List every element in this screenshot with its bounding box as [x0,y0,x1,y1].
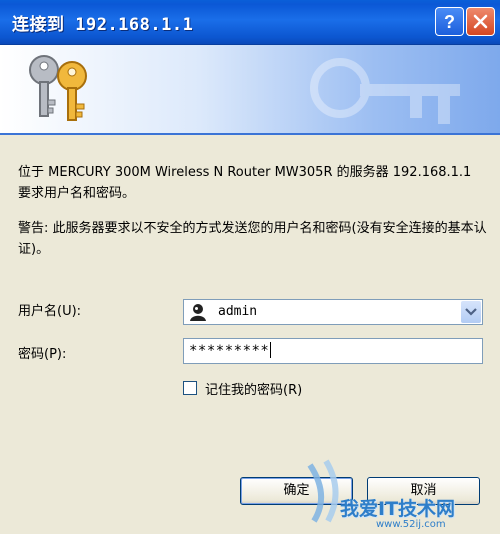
banner-watermark-icon [310,58,460,124]
username-combobox[interactable]: admin [183,299,483,325]
site-watermark-url: www.52ij.com [376,519,446,530]
window-title: 连接到 192.168.1.1 [12,15,194,35]
password-field[interactable]: ********* [183,338,483,364]
password-value: ********* [189,342,272,359]
site-watermark-text: 我爱IT技术网 [340,498,456,520]
server-message: 位于 MERCURY 300M Wireless N Router MW305R… [18,165,472,201]
chevron-down-icon [465,308,477,316]
user-icon [190,304,206,321]
username-label: 用户名(U): [18,304,82,319]
remember-password-checkbox[interactable] [183,381,197,395]
username-dropdown-button[interactable] [461,301,481,323]
svg-text:?: ? [444,12,455,31]
close-button[interactable] [466,7,495,36]
username-value: admin [218,304,258,319]
keys-icon [29,55,87,121]
banner-divider [0,133,500,135]
close-icon [473,14,488,29]
password-mask: ********* [189,343,270,359]
password-label: 密码(P): [18,347,67,362]
title-bar[interactable]: 连接到 192.168.1.1 ? [0,0,500,45]
security-warning: 警告: 此服务器要求以不安全的方式发送您的用户名和密码(没有安全连接的基本认证)… [18,221,487,257]
help-icon: ? [444,12,455,31]
text-caret [270,342,272,358]
remember-password-label[interactable]: 记住我的密码(R) [205,379,302,398]
help-button[interactable]: ? [435,7,464,36]
